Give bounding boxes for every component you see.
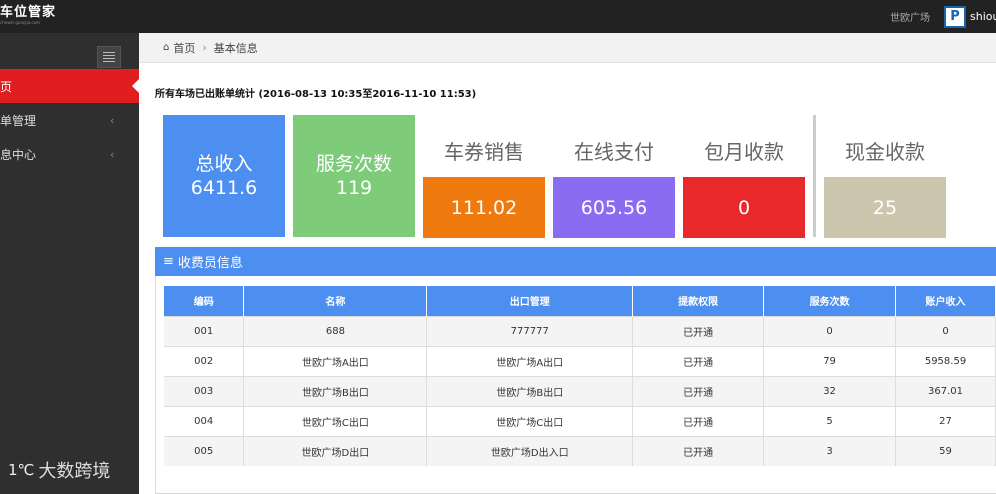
coupon-sales-label: 车券销售 [444, 140, 524, 164]
watermark-text: 大数跨境 [38, 461, 111, 482]
collector-panel-header: ≡ 收费员信息 [155, 247, 996, 276]
cell-income: 59 [895, 435, 996, 466]
cell-withdraw: 已开通 [632, 375, 765, 406]
online-pay-value: 605.56 [553, 177, 675, 238]
cell-service-count: 79 [763, 345, 897, 376]
cell-name: 688 [243, 315, 428, 346]
cell-exit: 777777 [426, 315, 634, 346]
active-indicator [132, 79, 139, 93]
collector-table: 编码 名称 出口管理 提款权限 服务次数 账户收入 001 688 777777… [164, 286, 996, 466]
collector-panel-title: 收费员信息 [177, 256, 243, 271]
column-header-service-count[interactable]: 服务次数 [763, 286, 897, 316]
app-root: 车位管家 chewei guanjia.com 世欧广场 P shiou 首页 … [0, 0, 996, 494]
cell-code: 002 [164, 345, 245, 376]
cell-withdraw: 已开通 [632, 405, 765, 436]
service-count-value: 119 [335, 177, 373, 199]
cell-name: 世欧广场C出口 [243, 405, 428, 436]
cell-withdraw: 已开通 [632, 315, 765, 346]
column-header-withdraw[interactable]: 提款权限 [632, 286, 765, 316]
top-bar: 车位管家 chewei guanjia.com 世欧广场 P shiou [0, 0, 996, 33]
table-header-row: 编码 名称 出口管理 提款权限 服务次数 账户收入 [164, 286, 996, 316]
table-row[interactable]: 005 世欧广场D出口 世欧广场D出入口 已开通 3 59 [164, 435, 996, 466]
top-right-area: 世欧广场 P shiou [890, 0, 996, 33]
cell-service-count: 0 [763, 315, 897, 346]
list-icon: ≡ [163, 254, 174, 269]
breadcrumb-home[interactable]: 首页 [173, 40, 195, 56]
cell-withdraw: 已开通 [632, 435, 765, 466]
cash-value: 25 [824, 177, 946, 238]
total-income-label: 总收入 [195, 153, 253, 175]
logo-subtext: chewei guanjia.com [0, 20, 40, 25]
cell-code: 004 [164, 405, 245, 436]
cell-name: 世欧广场B出口 [243, 375, 428, 406]
breadcrumb-separator: › [202, 41, 207, 54]
cell-income: 27 [895, 405, 996, 436]
cash-label: 现金收款 [845, 140, 925, 164]
cell-withdraw: 已开通 [632, 345, 765, 376]
sidebar-item-bills[interactable]: 账单管理 ‹ [0, 103, 139, 137]
service-count-card: 服务次数 119 [293, 115, 415, 237]
cell-code: 005 [164, 435, 245, 466]
cell-exit: 世欧广场B出口 [426, 375, 634, 406]
cell-exit: 世欧广场A出口 [426, 345, 634, 376]
monthly-value: 0 [683, 177, 805, 238]
cell-code: 003 [164, 375, 245, 406]
sidebar-item-label: 首页 [0, 79, 13, 94]
monthly-label: 包月收款 [704, 140, 784, 164]
cell-exit: 世欧广场C出口 [426, 405, 634, 436]
coupon-sales-value: 111.02 [423, 177, 545, 238]
logo-text: 车位管家 [0, 5, 57, 20]
stats-title: 所有车场已出账单统计 (2016-08-13 10:35至2016-11-10 … [155, 89, 477, 100]
cell-code: 001 [164, 315, 245, 346]
table-row[interactable]: 001 688 777777 已开通 0 0 [164, 315, 996, 346]
cell-income: 0 [895, 315, 996, 346]
stats-divider [813, 115, 816, 237]
cell-service-count: 32 [763, 375, 897, 406]
cell-income: 5958.59 [895, 345, 996, 376]
park-name[interactable]: 世欧广场 [890, 9, 930, 24]
table-row[interactable]: 004 世欧广场C出口 世欧广场C出口 已开通 5 27 [164, 405, 996, 436]
total-income-value: 6411.6 [190, 177, 258, 199]
sidebar: 首页 账单管理 ‹ 消息中心 ‹ 1℃ 大数跨境 [0, 33, 139, 494]
parking-logo-icon: P [944, 5, 966, 28]
watermark-logo-icon: 1℃ [8, 461, 35, 479]
user-name[interactable]: shiou [970, 10, 996, 23]
table-row[interactable]: 002 世欧广场A出口 世欧广场A出口 已开通 79 5958.59 [164, 345, 996, 376]
column-header-exit[interactable]: 出口管理 [426, 286, 634, 316]
cell-service-count: 5 [763, 405, 897, 436]
home-icon: ⌂ [163, 42, 170, 53]
logo[interactable]: 车位管家 chewei guanjia.com [0, 6, 56, 26]
sidebar-item-home[interactable]: 首页 [0, 69, 139, 103]
cell-name: 世欧广场A出口 [243, 345, 428, 376]
column-header-income[interactable]: 账户收入 [895, 286, 996, 316]
column-header-code[interactable]: 编码 [164, 286, 245, 316]
sidebar-item-label: 账单管理 [0, 113, 37, 128]
sidebar-item-messages[interactable]: 消息中心 ‹ [0, 137, 139, 171]
online-pay-label: 在线支付 [574, 140, 654, 164]
cell-service-count: 3 [763, 435, 897, 466]
sidebar-toggle-button[interactable] [97, 46, 121, 68]
watermark: 1℃ 大数跨境 [8, 457, 110, 483]
cell-exit: 世欧广场D出入口 [426, 435, 634, 466]
cell-income: 367.01 [895, 375, 996, 406]
cell-name: 世欧广场D出口 [243, 435, 428, 466]
sidebar-item-label: 消息中心 [0, 147, 37, 162]
table-row[interactable]: 003 世欧广场B出口 世欧广场B出口 已开通 32 367.01 [164, 375, 996, 406]
breadcrumb: ⌂ 首页 › 基本信息 [139, 33, 996, 63]
service-count-label: 服务次数 [315, 153, 392, 175]
column-header-name[interactable]: 名称 [243, 286, 428, 316]
breadcrumb-current: 基本信息 [213, 41, 258, 55]
total-income-card: 总收入 6411.6 [163, 115, 285, 237]
